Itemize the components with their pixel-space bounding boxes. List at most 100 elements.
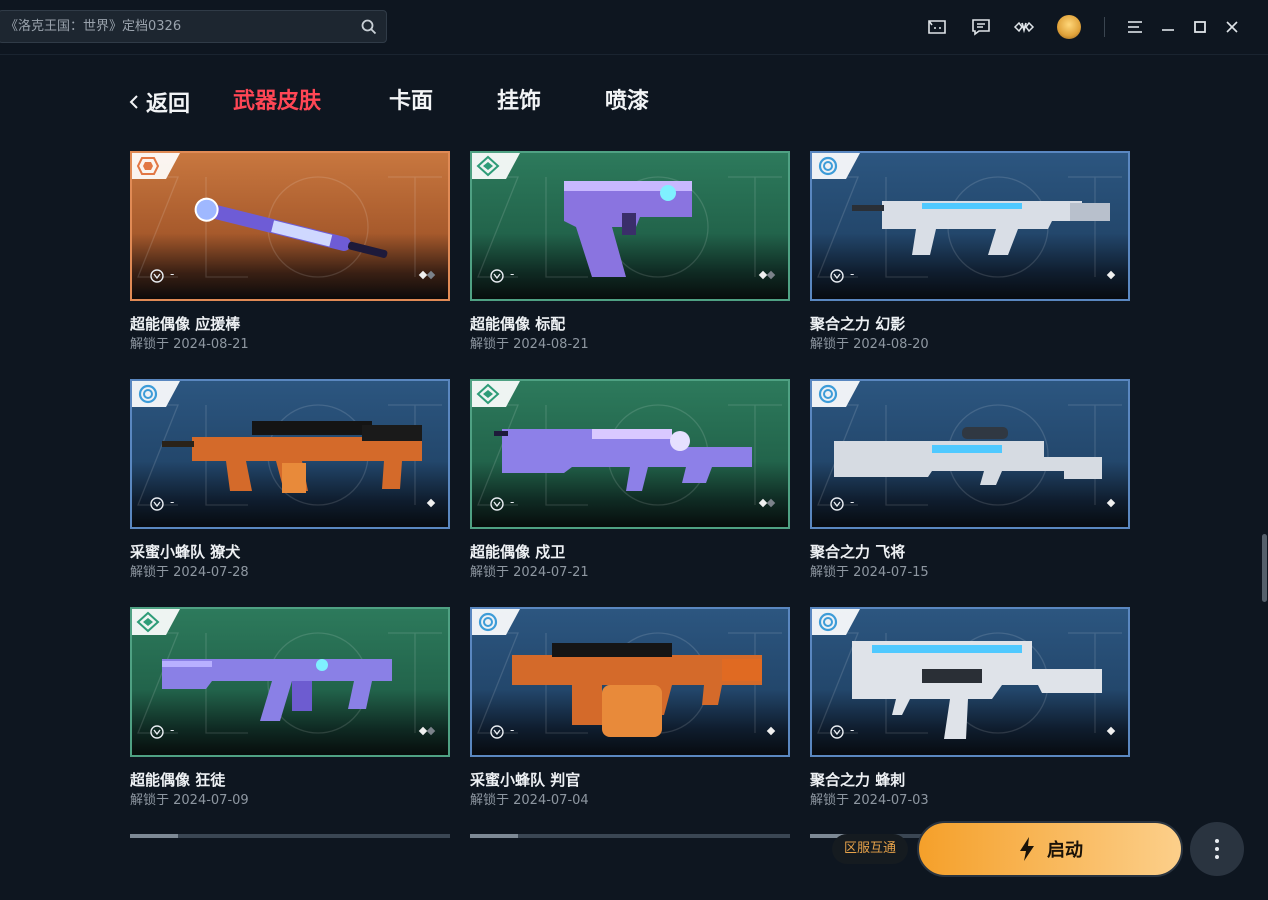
unlock-date: 解锁于 2024-07-03 (810, 793, 929, 808)
rank-value: - (170, 267, 175, 281)
rarity-icon (472, 609, 520, 635)
skin-name: 聚合之力 飞将 (810, 543, 906, 561)
rank-value: - (850, 267, 855, 281)
title-bar (0, 0, 1268, 55)
rank-value: - (510, 495, 515, 509)
close-icon[interactable] (1221, 16, 1243, 38)
skin-card[interactable]: - 超能偶像 应援棒 解锁于 2024-08-21 (130, 151, 450, 353)
skin-card[interactable]: - 采蜜小蜂队 判官 解锁于 2024-07-04 (470, 607, 790, 809)
unlock-date: 解锁于 2024-07-04 (470, 793, 589, 808)
unlock-date: 解锁于 2024-07-28 (130, 565, 249, 580)
unlock-date: 解锁于 2024-07-09 (130, 793, 249, 808)
skin-card[interactable]: - 聚合之力 飞将解锁于 2024-07-15 (810, 379, 1130, 581)
rarity-icon (812, 609, 860, 635)
tab-sprays[interactable]: 喷漆 (605, 86, 649, 118)
divider (1104, 17, 1105, 37)
chat-icon[interactable] (970, 16, 992, 38)
valorant-icon[interactable] (1013, 16, 1035, 38)
bolt-icon (1020, 837, 1034, 861)
rarity-icon (472, 153, 520, 179)
skin-thumbnail[interactable]: - (810, 607, 1130, 757)
rank-value: - (510, 723, 515, 737)
skin-name: 超能偶像 狂徒 (130, 771, 226, 789)
minimize-icon[interactable] (1157, 16, 1179, 38)
launch-button[interactable]: 启动 (917, 821, 1183, 877)
variant-dots (418, 726, 436, 736)
tab-cards[interactable]: 卡面 (389, 86, 433, 118)
rarity-icon (812, 153, 860, 179)
tab-charms[interactable]: 挂饰 (497, 86, 541, 118)
search-box[interactable] (0, 10, 387, 43)
maximize-icon[interactable] (1189, 16, 1211, 38)
rarity-icon (132, 609, 180, 635)
skin-card[interactable]: - 聚合之力 蜂刺解锁于 2024-07-03 (810, 607, 1130, 809)
variant-dots (766, 726, 776, 736)
skin-thumbnail[interactable]: - (470, 607, 790, 757)
rank-value: - (170, 723, 175, 737)
chevron-left-icon (129, 95, 138, 109)
rarity-icon (132, 153, 180, 179)
rank-icon (490, 497, 504, 511)
region-badge: 区服互通 (832, 834, 908, 864)
skin-card[interactable]: - 超能偶像 狂徒解锁于 2024-07-09 (130, 607, 450, 809)
more-button[interactable] (1190, 822, 1244, 876)
rank-icon (150, 269, 164, 283)
rank-icon (490, 269, 504, 283)
back-label: 返回 (146, 92, 191, 117)
scrollbar[interactable] (1262, 534, 1267, 602)
skin-card[interactable]: - 超能偶像 标配解锁于 2024-08-21 (470, 151, 790, 353)
rank-value: - (850, 723, 855, 737)
unlock-date: 解锁于 2024-08-21 (470, 337, 589, 352)
next-row-card (130, 834, 450, 838)
variant-dots (1106, 498, 1116, 508)
unlock-date: 解锁于 2024-08-20 (810, 337, 929, 352)
variant-dots (758, 270, 776, 280)
skin-name: 聚合之力 幻影 (810, 315, 906, 333)
skin-thumbnail[interactable]: - (470, 379, 790, 529)
rank-icon (830, 497, 844, 511)
rank-value: - (510, 267, 515, 281)
rarity-icon (472, 381, 520, 407)
skin-thumbnail[interactable]: - (130, 151, 450, 301)
rank-value: - (170, 495, 175, 509)
mailbox-icon[interactable] (926, 16, 948, 38)
skin-thumbnail[interactable]: - (130, 607, 450, 757)
menu-icon[interactable] (1124, 16, 1146, 38)
tab-weapon-skins[interactable]: 武器皮肤 (233, 86, 321, 118)
rank-value: - (850, 495, 855, 509)
variant-dots (758, 498, 776, 508)
skin-thumbnail[interactable]: - (470, 151, 790, 301)
rank-icon (830, 269, 844, 283)
rarity-icon (812, 381, 860, 407)
back-button[interactable]: 返回 (128, 86, 190, 118)
variant-dots (426, 498, 436, 508)
search-icon[interactable] (360, 18, 378, 36)
skin-thumbnail[interactable]: - (130, 379, 450, 529)
skin-name: 聚合之力 蜂刺 (810, 771, 906, 789)
rank-icon (830, 725, 844, 739)
unlock-date: 解锁于 2024-07-15 (810, 565, 929, 580)
skin-thumbnail[interactable]: - (810, 151, 1130, 301)
skin-name: 采蜜小蜂队 判官 (470, 771, 581, 789)
launch-label: 启动 (1047, 840, 1083, 861)
rarity-icon (132, 381, 180, 407)
variant-dots (418, 270, 436, 280)
skin-name: 超能偶像 戍卫 (470, 543, 566, 561)
variant-dots (1106, 726, 1116, 736)
rank-icon (150, 497, 164, 511)
skin-name: 采蜜小蜂队 獠犬 (130, 543, 241, 561)
skin-card[interactable]: - 聚合之力 幻影解锁于 2024-08-20 (810, 151, 1130, 353)
skin-card[interactable]: - 采蜜小蜂队 獠犬 解锁于 2024-07-28 (130, 379, 450, 581)
unlock-date: 解锁于 2024-08-21 (130, 337, 249, 352)
unlock-date: 解锁于 2024-07-21 (470, 565, 589, 580)
rank-icon (150, 725, 164, 739)
search-input[interactable] (5, 11, 345, 42)
skin-card[interactable]: - 超能偶像 戍卫解锁于 2024-07-21 (470, 379, 790, 581)
rank-icon (490, 725, 504, 739)
next-row-card (470, 834, 790, 838)
skin-name: 超能偶像 标配 (470, 315, 566, 333)
skin-thumbnail[interactable]: - (810, 379, 1130, 529)
skin-name: 超能偶像 应援棒 (130, 315, 241, 333)
variant-dots (1106, 270, 1116, 280)
avatar[interactable] (1057, 15, 1081, 39)
